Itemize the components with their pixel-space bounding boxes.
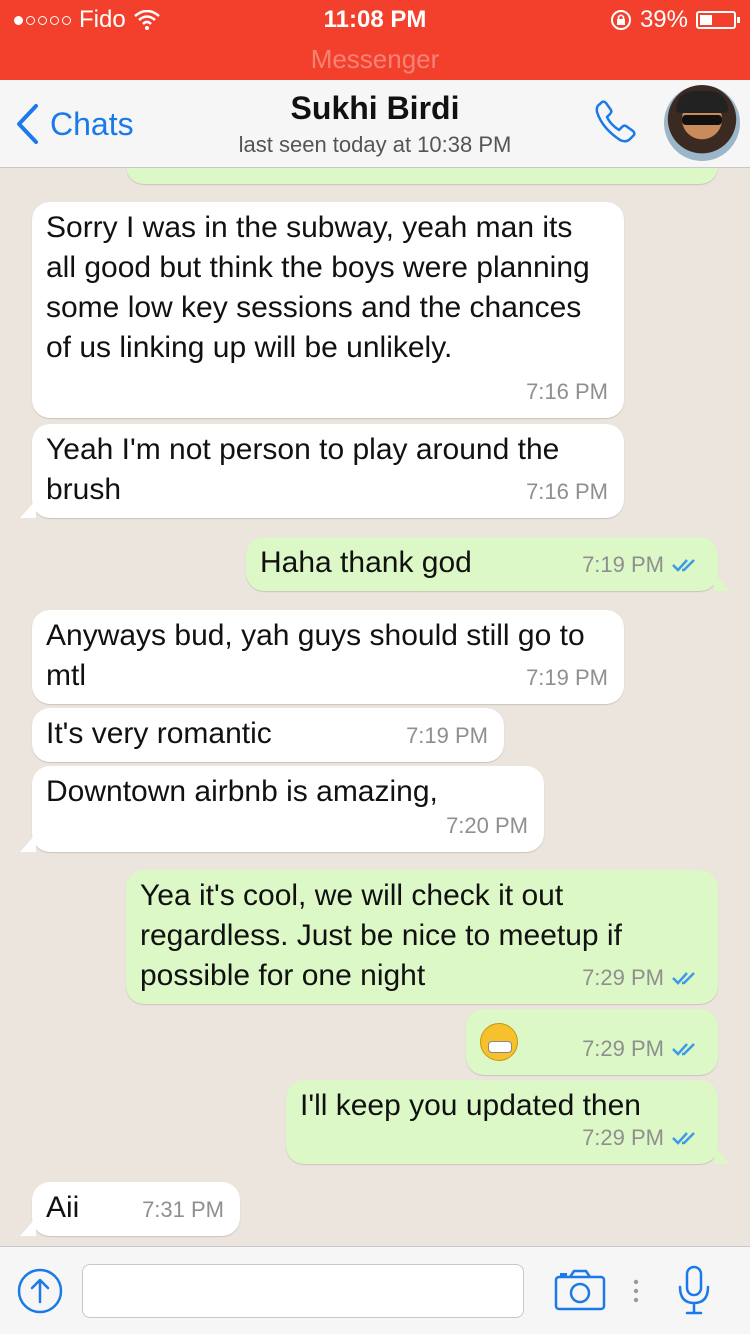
message-bubble[interactable]: Yeah I'm not person to play around the b… bbox=[20, 424, 624, 518]
message-time: 7:19 PM bbox=[582, 552, 664, 577]
message-bubble[interactable]: Aii 7:31 PM bbox=[20, 1182, 240, 1236]
compose-bar bbox=[0, 1246, 750, 1334]
upload-icon[interactable] bbox=[16, 1267, 64, 1315]
read-receipt-icon bbox=[672, 1132, 695, 1145]
message-time: 7:19 PM bbox=[526, 665, 608, 690]
message-bubble[interactable]: Yea it's cool, we will check it out rega… bbox=[126, 870, 718, 1004]
message-time: 7:20 PM bbox=[446, 813, 528, 838]
message-input[interactable] bbox=[82, 1264, 524, 1318]
message-bubble[interactable]: Downtown airbnb is amazing, 7:20 PM bbox=[20, 766, 544, 852]
message-bubble-clipped[interactable]: 7:07 PM bbox=[126, 168, 718, 184]
message-time: 7:19 PM bbox=[406, 723, 488, 748]
message-time: 7:29 PM bbox=[582, 1036, 664, 1061]
message-bubble[interactable]: 7:29 PM bbox=[466, 1009, 718, 1075]
grinning-face-icon bbox=[480, 1023, 518, 1061]
read-receipt-icon bbox=[672, 559, 695, 572]
message-time: 7:16 PM bbox=[526, 479, 608, 504]
orientation-lock-icon bbox=[610, 10, 631, 30]
message-bubble[interactable]: I'll keep you updated then 7:29 PM bbox=[286, 1080, 730, 1164]
message-bubble[interactable]: Anyways bud, yah guys should still go to… bbox=[32, 610, 624, 704]
conversation-header: Chats Sukhi Birdi last seen today at 10:… bbox=[0, 80, 750, 168]
message-time: 7:16 PM bbox=[526, 379, 608, 404]
app-name: Messenger bbox=[310, 44, 440, 74]
message-time: 7:07 PM bbox=[620, 168, 702, 178]
message-bubble[interactable]: Haha thank god 7:19 PM bbox=[246, 537, 730, 591]
battery-percent: 39% bbox=[639, 6, 688, 33]
message-bubble[interactable]: Sorry I was in the subway, yeah man its … bbox=[32, 202, 624, 418]
message-time: 7:29 PM bbox=[582, 1125, 664, 1150]
battery-icon bbox=[696, 11, 740, 29]
message-list[interactable]: 7:07 PM Sorry I was in the subway, yeah … bbox=[0, 168, 750, 1246]
status-bar: Fido 11:08 PM 39% Messenger bbox=[0, 0, 750, 80]
phone-icon[interactable] bbox=[590, 96, 642, 148]
more-dots-icon[interactable] bbox=[632, 1277, 640, 1305]
read-receipt-icon bbox=[672, 972, 695, 985]
message-time: 7:29 PM bbox=[582, 965, 664, 990]
camera-icon[interactable] bbox=[554, 1269, 606, 1311]
message-bubble[interactable]: It's very romantic 7:19 PM bbox=[32, 708, 504, 762]
message-text: Sorry I was in the subway, yeah man its … bbox=[46, 211, 590, 364]
contact-avatar[interactable] bbox=[664, 85, 740, 161]
read-receipt-icon bbox=[672, 1043, 695, 1056]
message-time: 7:31 PM bbox=[142, 1197, 224, 1222]
microphone-icon[interactable] bbox=[676, 1265, 712, 1317]
